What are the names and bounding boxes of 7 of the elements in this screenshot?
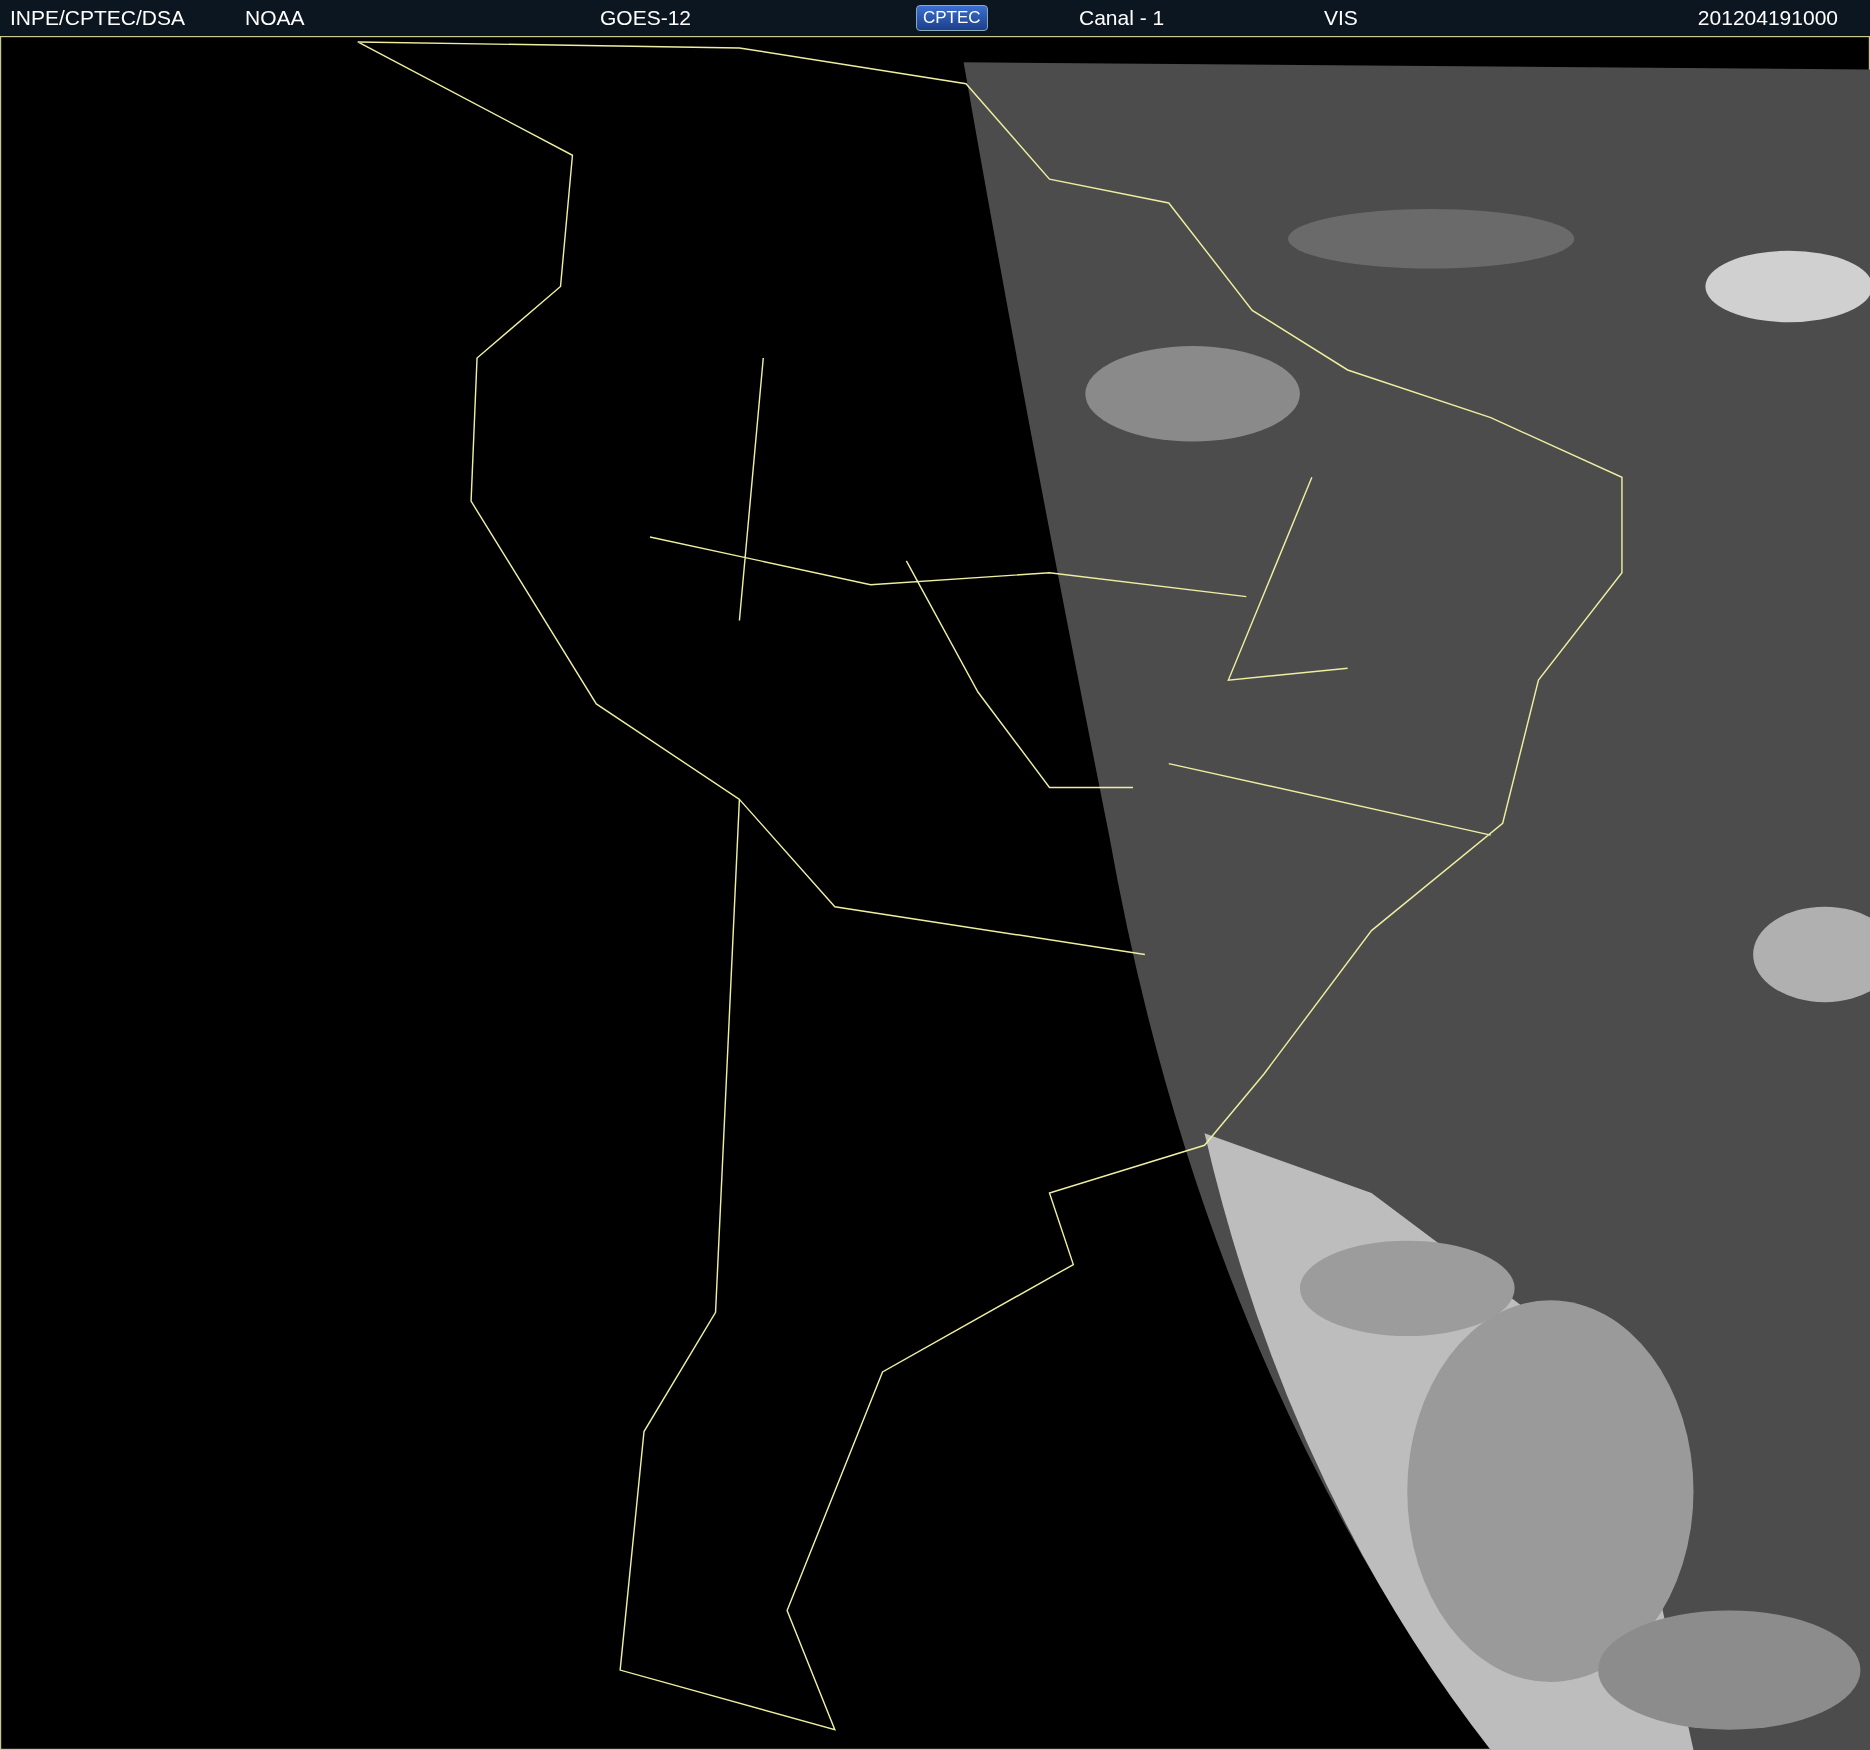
band-label: VIS xyxy=(1324,6,1359,30)
logo: CPTEC xyxy=(916,5,988,31)
agency-label: NOAA xyxy=(245,6,306,30)
source-label: INPE/CPTEC/DSA xyxy=(10,6,187,30)
channel-label: Canal - 1 xyxy=(1079,6,1166,30)
satellite-label: GOES-12 xyxy=(600,6,693,30)
timestamp: 201204191000 xyxy=(1697,6,1838,30)
